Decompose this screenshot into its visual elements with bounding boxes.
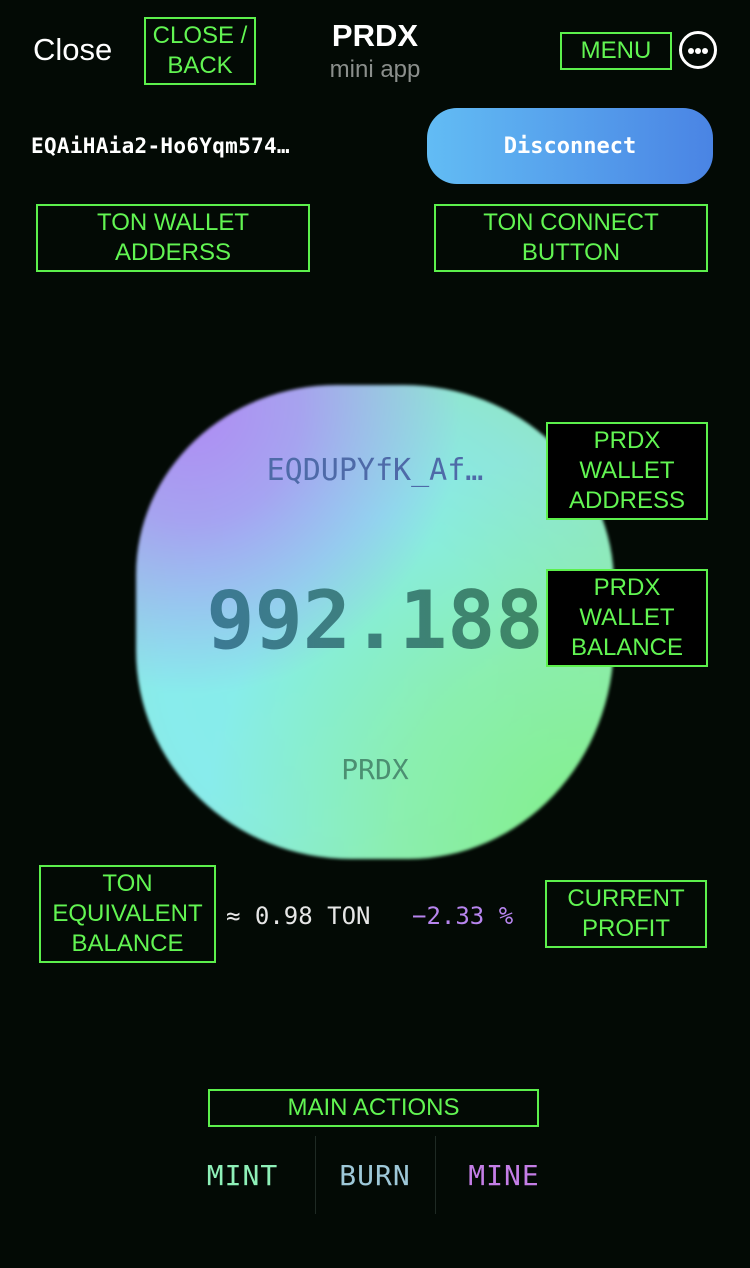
app-title: PRDX (331, 18, 419, 53)
prdx-wallet-balance: 992.188 (136, 575, 614, 667)
annotation-ton-equivalent-balance: TON EQUIVALENT BALANCE (39, 865, 216, 963)
ellipsis-circle-icon[interactable] (679, 31, 717, 69)
annotation-main-actions: MAIN ACTIONS (208, 1089, 539, 1127)
more-dot-icon (688, 48, 694, 54)
prdx-unit-label: PRDX (341, 753, 409, 786)
close-button[interactable]: Close (33, 30, 112, 70)
mine-button[interactable]: MINE (436, 1140, 572, 1210)
prdx-wallet-address[interactable]: EQDUPYfK_Af… (136, 452, 614, 490)
annotation-close-back: CLOSE / BACK (144, 17, 256, 85)
annotation-menu: MENU (560, 32, 672, 70)
ton-wallet-address: EQAiHAia2-Ho6Yqm574… (31, 134, 290, 158)
ton-equivalent-balance: ≈ 0.98 TON (226, 902, 371, 930)
annotation-prdx-wallet-address: PRDX WALLET ADDRESS (546, 422, 708, 520)
annotation-prdx-wallet-balance: PRDX WALLET BALANCE (546, 569, 708, 667)
annotation-current-profit: CURRENT PROFIT (545, 880, 707, 948)
mint-button[interactable]: MINT (170, 1140, 315, 1210)
app-subtitle: mini app (329, 56, 421, 83)
disconnect-button[interactable]: Disconnect (427, 108, 713, 184)
more-dot-icon (702, 48, 708, 54)
more-dot-icon (695, 48, 701, 54)
current-profit: −2.33 % (412, 902, 514, 930)
burn-button[interactable]: BURN (316, 1140, 434, 1210)
annotation-ton-connect-button: TON CONNECT BUTTON (434, 204, 708, 272)
annotation-ton-wallet-address: TON WALLET ADDERSS (36, 204, 310, 272)
